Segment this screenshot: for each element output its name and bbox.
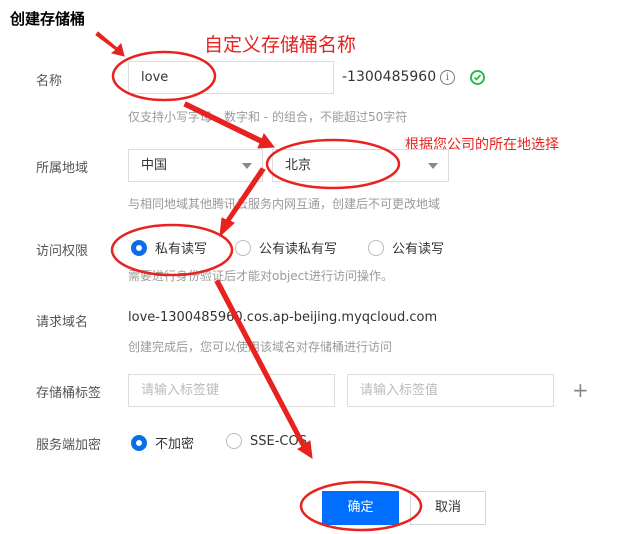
bucket-name-input[interactable]: love	[128, 61, 334, 94]
tags-label: 存储桶标签	[36, 386, 102, 401]
access-option-label: 私有读写	[155, 242, 208, 257]
access-hint: 需要进行身份验证后才能对object进行访问操作。	[128, 269, 393, 283]
cancel-button[interactable]: 取消	[410, 491, 486, 525]
domain-label: 请求域名	[36, 315, 89, 330]
request-domain-value: love-1300485960.cos.ap-beijing.myqcloud.…	[128, 310, 438, 325]
annotation-arrow-title	[95, 31, 125, 57]
access-option-public-read[interactable]: 公有读私有写	[235, 238, 337, 257]
add-tag-icon[interactable]: +	[572, 378, 589, 402]
page-title: 创建存储桶	[10, 10, 86, 28]
access-option-label: 公有读私有写	[259, 242, 338, 257]
access-option-private[interactable]: 私有读写	[131, 238, 207, 257]
info-icon[interactable]: i	[440, 70, 455, 85]
domain-hint: 创建完成后，您可以使用该域名对存储桶进行访问	[128, 340, 393, 354]
radio-checked-icon	[131, 239, 147, 256]
confirm-button[interactable]: 确定	[322, 491, 399, 525]
tag-value-input[interactable]: 请输入标签值	[347, 374, 554, 407]
region-hint: 与相同地域其他腾讯云服务内网互通，创建后不可更改地域	[128, 197, 441, 211]
encryption-option-none[interactable]: 不加密	[131, 433, 194, 452]
radio-unchecked-icon	[368, 239, 384, 256]
region-city-select[interactable]: 北京	[272, 149, 449, 182]
annotation-arrow-access-confirm	[214, 279, 313, 459]
chevron-down-icon	[242, 163, 252, 169]
access-option-public-read-write[interactable]: 公有读写	[368, 238, 444, 257]
encryption-option-label: SSE-COS	[250, 433, 307, 449]
encryption-option-label: 不加密	[155, 437, 195, 452]
access-label: 访问权限	[36, 244, 89, 259]
annotation-custom-name: 自定义存储桶名称	[204, 34, 357, 56]
tag-key-input[interactable]: 请输入标签键	[128, 374, 335, 407]
radio-unchecked-icon	[235, 239, 251, 256]
name-suffix: -1300485960	[342, 69, 437, 85]
access-option-label: 公有读写	[392, 242, 445, 257]
chevron-down-icon	[428, 163, 438, 169]
radio-unchecked-icon	[226, 433, 242, 449]
region-label: 所属地域	[36, 161, 89, 176]
name-hint: 仅支持小写字母、数字和 - 的组合，不能超过50字符	[128, 110, 408, 124]
encryption-option-sse-cos[interactable]: SSE-COS	[226, 433, 307, 449]
name-label: 名称	[36, 74, 63, 89]
radio-checked-icon	[131, 434, 147, 451]
region-area-value: 中国	[141, 158, 168, 173]
encryption-label: 服务端加密	[36, 438, 102, 453]
check-icon	[470, 70, 485, 85]
region-area-select[interactable]: 中国	[128, 149, 263, 182]
region-city-value: 北京	[285, 158, 312, 173]
